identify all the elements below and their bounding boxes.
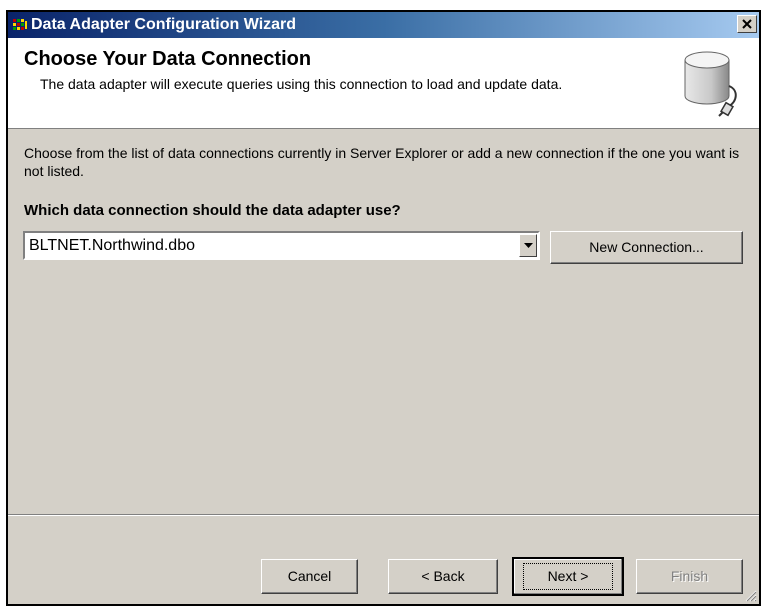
dropdown-arrow-button[interactable] bbox=[519, 234, 537, 257]
close-button[interactable] bbox=[737, 15, 757, 33]
app-icon bbox=[13, 19, 27, 30]
chevron-down-icon bbox=[524, 243, 533, 248]
connection-dropdown[interactable]: BLTNET.Northwind.dbo bbox=[23, 231, 540, 260]
connection-question-label: Which data connection should the data ad… bbox=[24, 202, 401, 219]
new-connection-button[interactable]: New Connection... bbox=[550, 231, 743, 264]
wizard-window: Data Adapter Configuration Wizard Choose… bbox=[6, 10, 761, 606]
close-icon bbox=[742, 19, 752, 29]
new-connection-label: New Connection... bbox=[589, 239, 704, 255]
next-button[interactable]: Next > bbox=[512, 557, 624, 596]
window-title: Data Adapter Configuration Wizard bbox=[31, 16, 297, 33]
intro-text: Choose from the list of data connections… bbox=[24, 145, 740, 179]
page-description: The data adapter will execute queries us… bbox=[40, 76, 563, 92]
database-connection-icon bbox=[684, 51, 737, 117]
finish-button: Finish bbox=[636, 559, 743, 594]
footer-divider bbox=[8, 514, 759, 516]
wizard-header: Choose Your Data Connection The data ada… bbox=[8, 38, 759, 129]
resize-grip-icon[interactable] bbox=[743, 588, 757, 602]
page-title: Choose Your Data Connection bbox=[24, 48, 312, 70]
title-bar[interactable]: Data Adapter Configuration Wizard bbox=[8, 12, 759, 38]
next-label: Next > bbox=[523, 563, 613, 590]
cancel-button[interactable]: Cancel bbox=[261, 559, 358, 594]
back-label: < Back bbox=[421, 568, 465, 584]
connection-dropdown-value: BLTNET.Northwind.dbo bbox=[29, 237, 195, 254]
cancel-label: Cancel bbox=[287, 568, 332, 584]
finish-label: Finish bbox=[670, 568, 709, 584]
back-button[interactable]: < Back bbox=[388, 559, 498, 594]
